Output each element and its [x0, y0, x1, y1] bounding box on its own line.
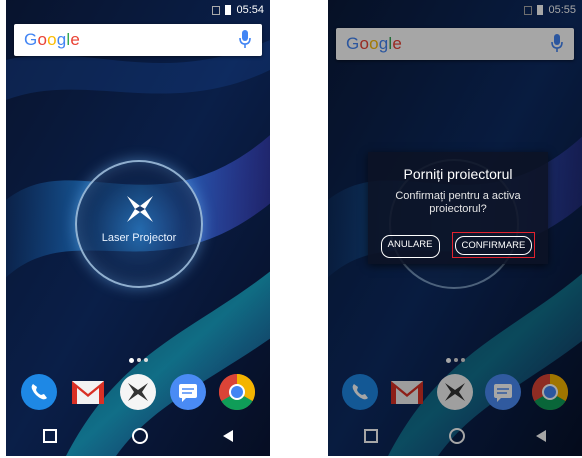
phone-screen-home: 05:54 Google Laser Projector — [6, 0, 270, 456]
no-sim-icon — [212, 5, 221, 15]
laser-projector-widget[interactable]: Laser Projector — [75, 160, 203, 288]
mic-icon[interactable] — [238, 29, 252, 51]
projector-star-icon — [127, 196, 153, 222]
projector-confirm-dialog: Porniți proiectorul Confirmați pentru a … — [368, 152, 548, 264]
confirm-highlight: CONFIRMARE — [451, 232, 536, 258]
back-button[interactable] — [222, 430, 233, 442]
page-indicator — [6, 358, 270, 363]
dialog-buttons: ANULARE CONFIRMARE — [368, 232, 548, 258]
dialog-title: Porniți proiectorul — [403, 166, 513, 182]
status-bar: 05:54 — [6, 0, 270, 20]
widget-label: Laser Projector — [101, 232, 177, 244]
chrome-icon[interactable] — [219, 374, 256, 410]
confirm-button[interactable]: CONFIRMARE — [454, 236, 533, 255]
home-button[interactable] — [131, 428, 148, 444]
google-search-bar[interactable]: Google — [14, 24, 262, 56]
messages-icon[interactable] — [169, 374, 206, 410]
google-logo: Google — [24, 30, 81, 49]
phone-icon[interactable] — [20, 374, 57, 410]
phone-screen-dialog: 05:55 Google Porniți proiectorul Confirm… — [328, 0, 582, 456]
laser-projector-icon[interactable] — [119, 374, 156, 410]
recent-apps-button[interactable] — [43, 429, 58, 443]
navigation-bar — [6, 416, 270, 456]
battery-icon — [225, 5, 232, 15]
cancel-button[interactable]: ANULARE — [380, 235, 440, 258]
dialog-message: Confirmați pentru a activa proiectorul? — [395, 190, 521, 215]
status-time: 05:54 — [236, 4, 264, 16]
gmail-icon[interactable] — [70, 374, 106, 410]
app-dock — [6, 372, 270, 412]
